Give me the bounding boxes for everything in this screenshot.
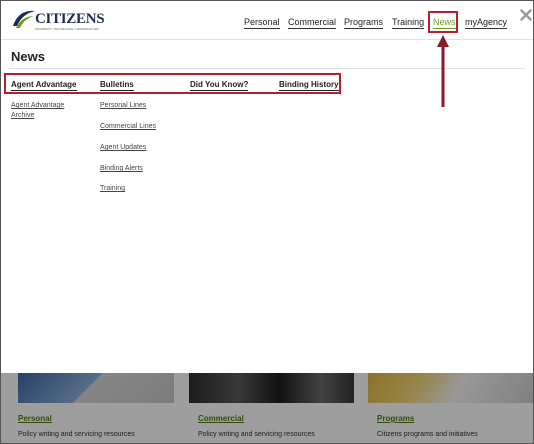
menu-title: News [11,49,45,64]
nav-commercial[interactable]: Commercial [288,17,337,29]
link-agent-updates[interactable]: Agent Updates [100,143,146,153]
link-commercial-lines[interactable]: Commercial Lines [100,122,156,132]
overlay-dim [1,373,533,443]
headings-highlight-box [4,73,341,94]
browser-frame: CITIZENS PROPERTY INSURANCE CORPORATION … [0,0,534,444]
site-header: CITIZENS PROPERTY INSURANCE CORPORATION … [1,1,533,40]
link-personal-lines[interactable]: Personal Lines [100,101,146,111]
link-binding-alerts[interactable]: Binding Alerts [100,164,143,174]
nav-personal[interactable]: Personal [244,17,280,29]
nav-myagency[interactable]: myAgency [465,17,508,29]
link-training[interactable]: Training [100,184,125,194]
annotation-arrow-icon [437,35,449,107]
nav-programs[interactable]: Programs [344,17,384,29]
close-icon[interactable] [520,9,532,21]
nav-training[interactable]: Training [392,17,425,29]
news-highlight-box [428,11,458,33]
link-agent-advantage-archive[interactable]: Agent Advantage Archive [11,101,81,121]
